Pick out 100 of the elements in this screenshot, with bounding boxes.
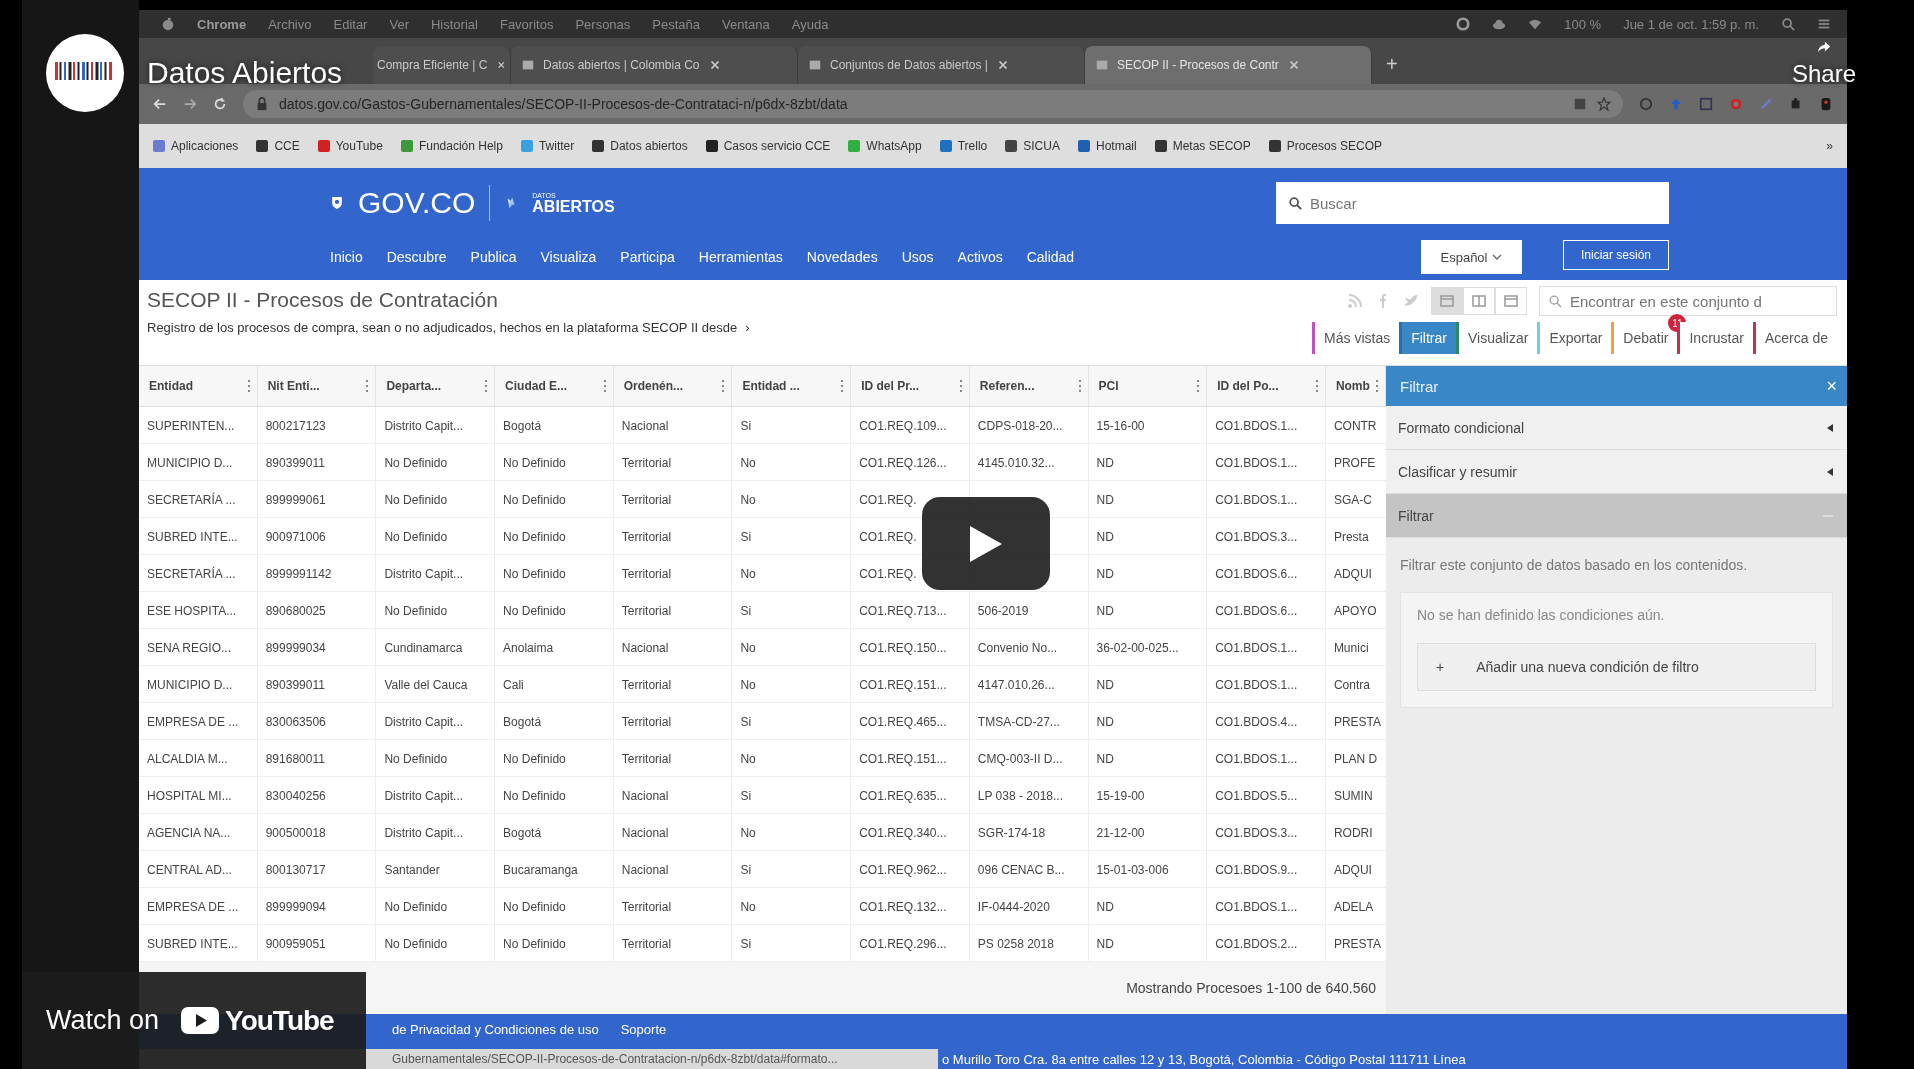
bookmark[interactable]: Procesos SECOP [1268,139,1383,153]
bookmark[interactable]: WhatsApp [848,139,922,153]
column-header[interactable]: Entidad ... [732,366,852,406]
column-header[interactable]: Nit Enti... [257,366,377,406]
table-cell: 900959051 [265,936,326,951]
bookmark[interactable]: Aplicaciones [153,139,239,153]
menu-item[interactable]: Archivo [268,16,312,32]
bookmark[interactable]: SICUA [1005,139,1060,153]
view-toggle[interactable] [1431,287,1463,315]
menu-item[interactable]: Pestaña [652,16,701,32]
kebab-icon[interactable] [958,379,963,393]
view-toggle[interactable] [1463,287,1495,315]
address-bar[interactable]: datos.gov.co/Gastos-Gubernamentales/SECOP-II-Procesos-de-Contrataci-n/p6dx-8zbt/data [243,90,1623,118]
column-header[interactable]: Entidad [139,366,258,406]
site-logo[interactable]: GOV.CO [358,186,476,220]
menu-item[interactable]: Ventana [722,16,770,32]
nav-link[interactable]: Calidad [1026,249,1075,265]
table-cell: CO1.REQ. [859,529,917,544]
dataset-search-field[interactable]: Encontrar en este conjunto d [1570,287,1836,315]
accordion-header[interactable]: Formato condicional [1386,406,1847,450]
menu-item[interactable]: Chrome [197,16,247,32]
brand-name: ABIERTOS [532,198,615,215]
page-icon [1095,58,1109,72]
extension-icon[interactable] [1639,97,1653,111]
nav-link[interactable]: Inicio [330,249,363,265]
accordion-header[interactable]: Clasificar y resumir [1386,450,1847,494]
nav-link[interactable]: Descubre [386,249,447,265]
play-button[interactable] [922,497,1050,590]
kebab-icon[interactable] [365,379,370,393]
new-tab-button[interactable]: + [1372,53,1412,84]
nav-link[interactable]: Usos [901,249,934,265]
nav-link[interactable]: Publica [470,249,517,265]
browser-tab[interactable]: Datos abiertos | Colombia Co [511,46,798,84]
extension-icon[interactable] [1699,97,1713,111]
bookmark[interactable]: YouTube [317,139,383,153]
kebab-icon[interactable] [1374,379,1379,393]
video-title[interactable]: Datos Abiertos [147,56,343,90]
nav-link[interactable]: Activos [957,249,1003,265]
kebab-icon[interactable] [1196,379,1201,393]
column-header[interactable]: Ciudad E... [495,366,614,406]
table-cell: CO1.BDOS.9... [1215,862,1298,877]
nav-link[interactable]: Visualiza [540,249,597,265]
menu-item[interactable]: Historial [430,16,478,32]
close-button[interactable]: × [1826,375,1837,397]
share-icon[interactable] [1817,40,1831,54]
browser-tab[interactable]: SECOP II - Procesos de Contr [1085,46,1372,84]
kebab-icon[interactable] [721,379,726,393]
forward-icon[interactable] [183,97,197,111]
table-cell: Contra [1333,677,1370,692]
column-header[interactable]: Nomb [1325,366,1386,406]
bookmark[interactable]: CCE [256,139,300,153]
reload-icon[interactable] [213,97,227,111]
kebab-icon[interactable] [602,379,607,393]
bookmark[interactable]: Metas SECOP [1154,139,1251,153]
bookmark[interactable]: Twitter [520,139,575,153]
table-cell: Si [740,714,752,729]
column-header[interactable]: ID del Po... [1207,366,1326,406]
bookmark[interactable]: Fundación Help [400,139,503,153]
add-condition-button[interactable]: + Añadir una nueva condición de filtro [1417,643,1816,692]
login-button[interactable]: Iniciar sesión [1563,240,1669,270]
browser-tab[interactable]: Conjuntos de Datos abiertos | [798,46,1085,84]
column-header[interactable]: PCI [1088,366,1208,406]
back-icon[interactable] [153,97,167,111]
menu-item[interactable]: Ayuda [791,16,829,32]
bookmark[interactable]: Hotmail [1077,139,1137,153]
menu-item[interactable]: Favoritos [499,16,554,32]
browser-tab[interactable]: Compra Eficiente | C [373,46,511,84]
footer-link[interactable]: de Privacidad y Condiciones de uso [392,1022,599,1037]
table-cell: SUBRED INTE... [147,529,238,544]
menu-item[interactable]: Ver [389,16,409,32]
dataset-search-box[interactable]: Encontrar en este conjunto d [1539,286,1837,316]
footer-link[interactable]: Soporte [620,1022,667,1037]
watch-on-youtube-button[interactable]: Watch on YouTube [22,972,366,1069]
toolbar-tab[interactable]: Filtrar [1399,322,1456,354]
expand-link[interactable]: › [745,320,750,335]
kebab-icon[interactable] [1077,379,1082,393]
kebab-icon[interactable] [246,379,251,393]
column-header[interactable]: Departa... [376,366,496,406]
table-cell: 4147.010.26... [977,677,1055,692]
kebab-icon[interactable] [484,379,489,393]
bookmark[interactable]: Trello [939,139,988,153]
kebab-icon[interactable] [840,379,845,393]
nav-link[interactable]: Herramientas [698,249,783,265]
column-header[interactable]: ID del Pr... [851,366,970,406]
bookmark[interactable]: Casos servicio CCE [705,139,831,153]
view-toggle[interactable] [1495,287,1527,315]
more-bookmarks-button[interactable]: » [1826,139,1833,153]
table-cell: Territorial [621,899,672,914]
share-label[interactable]: Share [1792,60,1857,88]
column-header[interactable]: Ordenén... [613,366,733,406]
table-cell: Si [740,603,752,618]
kebab-icon[interactable] [1314,379,1319,393]
menu-item[interactable]: Editar [333,16,368,32]
nav-link[interactable]: Novedades [806,249,878,265]
language-select[interactable]: Español [1421,240,1522,274]
menu-item[interactable]: Personas [575,16,631,32]
accordion-header[interactable]: Filtrar [1386,494,1847,538]
nav-link[interactable]: Participa [620,249,675,265]
column-header[interactable]: Referen... [969,366,1089,406]
bookmark[interactable]: Datos abiertos [592,139,688,153]
